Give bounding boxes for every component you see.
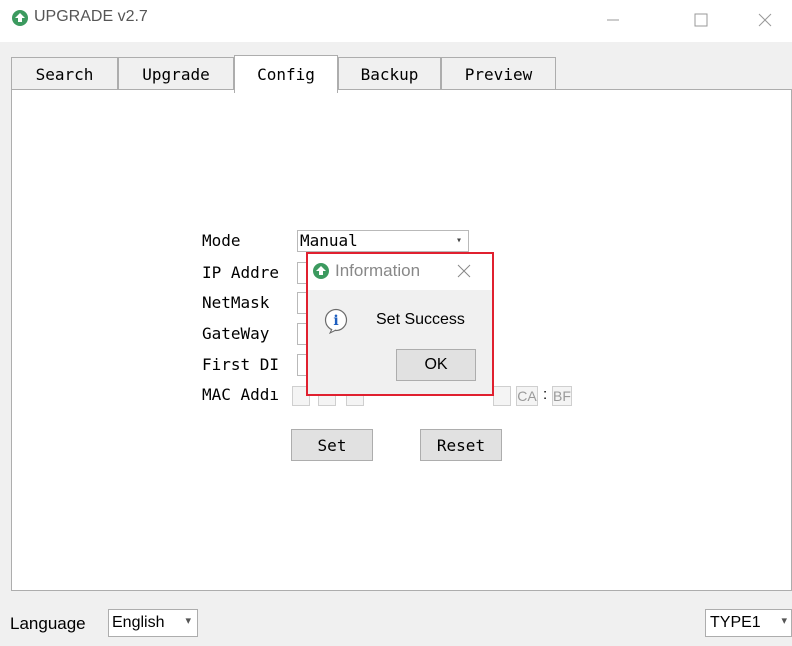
dialog-title-bar: Information — [308, 254, 492, 290]
language-label: Language — [10, 614, 86, 633]
type-value: TYPE1 — [710, 614, 761, 631]
gateway-label: GateWay — [202, 324, 270, 343]
dialog-message: Set Success — [376, 311, 465, 328]
tab-search[interactable]: Search — [11, 57, 118, 91]
info-icon: i — [324, 308, 348, 335]
type-select[interactable]: TYPE1 ▾ — [705, 609, 792, 637]
maximize-button[interactable] — [678, 4, 724, 36]
tab-preview[interactable]: Preview — [441, 57, 556, 91]
tab-config[interactable]: Config — [234, 55, 338, 93]
mode-label: Mode — [202, 231, 241, 250]
reset-button[interactable]: Reset — [420, 429, 502, 461]
tab-upgrade[interactable]: Upgrade — [118, 57, 234, 91]
tab-backup[interactable]: Backup — [338, 57, 441, 91]
first-dns-label: First DI — [202, 355, 280, 374]
close-icon — [457, 264, 471, 278]
mac-segment-4[interactable] — [493, 386, 511, 406]
mac-segment-5[interactable]: CA — [516, 386, 538, 406]
set-button[interactable]: Set — [291, 429, 373, 461]
chevron-down-icon: ▾ — [781, 615, 787, 627]
dialog-close-button[interactable] — [456, 263, 474, 281]
netmask-label: NetMask — [202, 293, 270, 312]
app-upload-icon — [313, 263, 329, 279]
close-icon — [758, 13, 772, 27]
information-dialog: Information i Set Success OK — [306, 252, 494, 396]
language-select[interactable]: English ▾ — [108, 609, 198, 637]
title-bar: UPGRADE v2.7 — [0, 0, 792, 42]
svg-text:i: i — [333, 313, 338, 329]
mac-separator: : — [543, 386, 548, 403]
dialog-title: Information — [335, 261, 421, 280]
mac-segment-6[interactable]: BF — [552, 386, 572, 406]
ok-button[interactable]: OK — [396, 349, 476, 381]
close-button[interactable] — [742, 4, 788, 36]
minimize-icon — [607, 19, 619, 21]
mode-value: Manual — [300, 231, 358, 250]
chevron-down-icon: ▾ — [455, 235, 462, 246]
chevron-down-icon: ▾ — [185, 615, 191, 627]
language-value: English — [112, 614, 165, 631]
mode-select[interactable]: Manual ▾ — [297, 230, 469, 252]
minimize-button[interactable] — [590, 4, 636, 36]
maximize-icon — [694, 13, 708, 27]
app-upload-icon — [12, 10, 28, 26]
window-title: UPGRADE v2.7 — [34, 8, 148, 25]
mac-address-label: MAC Addı — [202, 385, 280, 404]
ip-address-label: IP Addre — [202, 263, 280, 282]
